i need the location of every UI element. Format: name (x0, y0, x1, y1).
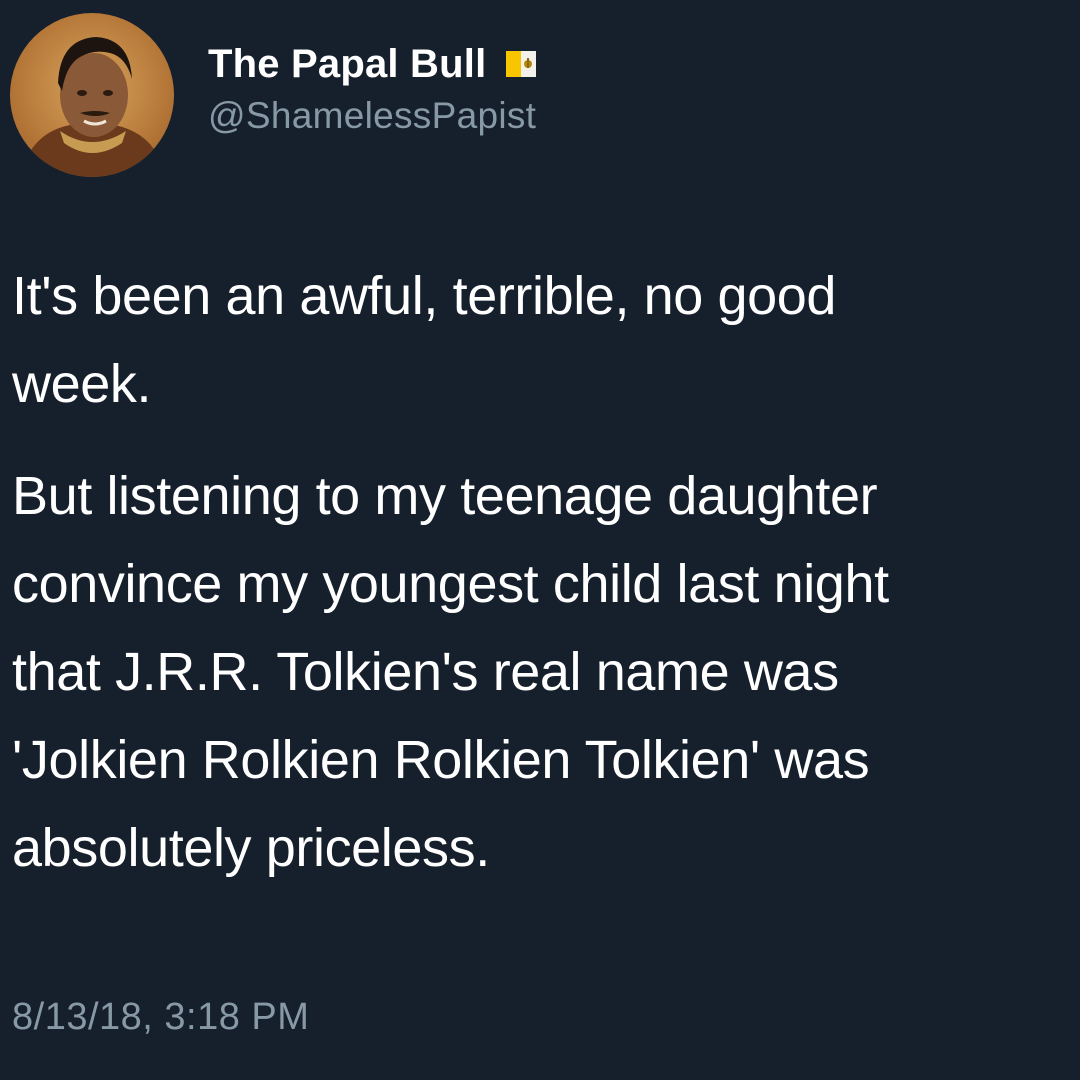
author-handle[interactable]: @ShamelessPapist (208, 95, 536, 137)
tweet-header: The Papal Bull @ShamelessPapist (10, 10, 537, 180)
display-name[interactable]: The Papal Bull (208, 42, 486, 87)
tweet-card: The Papal Bull @ShamelessPapist It's bee… (0, 0, 1080, 1080)
display-name-row: The Papal Bull (208, 42, 537, 87)
tweet-timestamp[interactable]: 8/13/18, 3:18 PM (12, 996, 309, 1039)
vatican-flag-icon (506, 49, 537, 79)
tweet-text: It's been an awful, terrible, no good we… (12, 252, 1072, 892)
avatar[interactable] (10, 13, 174, 177)
tweet-paragraph: It's been an awful, terrible, no good we… (12, 266, 837, 414)
avatar-image (10, 13, 174, 177)
tweet-paragraph: But listening to my teenage daughter con… (12, 466, 889, 878)
author-names: The Papal Bull @ShamelessPapist (208, 42, 537, 137)
